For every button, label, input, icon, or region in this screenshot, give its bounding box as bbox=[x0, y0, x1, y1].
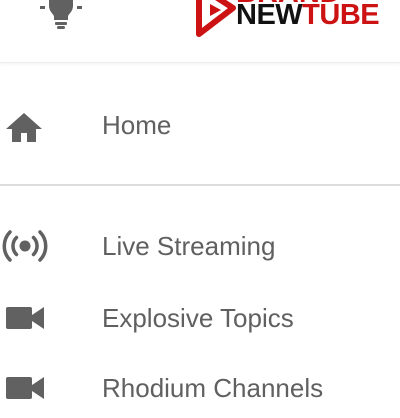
menu-label-home: Home bbox=[102, 110, 172, 140]
logo-newtube-text: NEWTUBE bbox=[236, 0, 380, 31]
menu-item-rhodium-channels[interactable]: Rhodium Channels bbox=[0, 358, 400, 418]
video-camera-icon bbox=[4, 300, 44, 336]
menu-item-home[interactable]: Home bbox=[0, 95, 400, 155]
logo-new-text: NEW bbox=[236, 0, 303, 31]
logo-tube-text: TUBE bbox=[302, 0, 380, 31]
menu-item-explosive-topics[interactable]: Explosive Topics bbox=[0, 288, 400, 348]
menu-label-live-streaming: Live Streaming bbox=[102, 231, 276, 261]
menu-label-rhodium-channels: Rhodium Channels bbox=[102, 373, 324, 403]
lightbulb-icon[interactable] bbox=[36, 0, 86, 32]
menu-item-live-streaming[interactable]: Live Streaming bbox=[0, 216, 400, 276]
menu-label-explosive-topics: Explosive Topics bbox=[102, 303, 294, 333]
top-header: BRAND NEWTUBE bbox=[0, 0, 400, 63]
home-icon bbox=[4, 107, 44, 143]
live-broadcast-icon bbox=[1, 228, 49, 264]
video-camera-icon bbox=[4, 370, 44, 406]
menu-divider bbox=[0, 184, 400, 186]
brand-logo[interactable]: BRAND NEWTUBE bbox=[193, 0, 400, 38]
